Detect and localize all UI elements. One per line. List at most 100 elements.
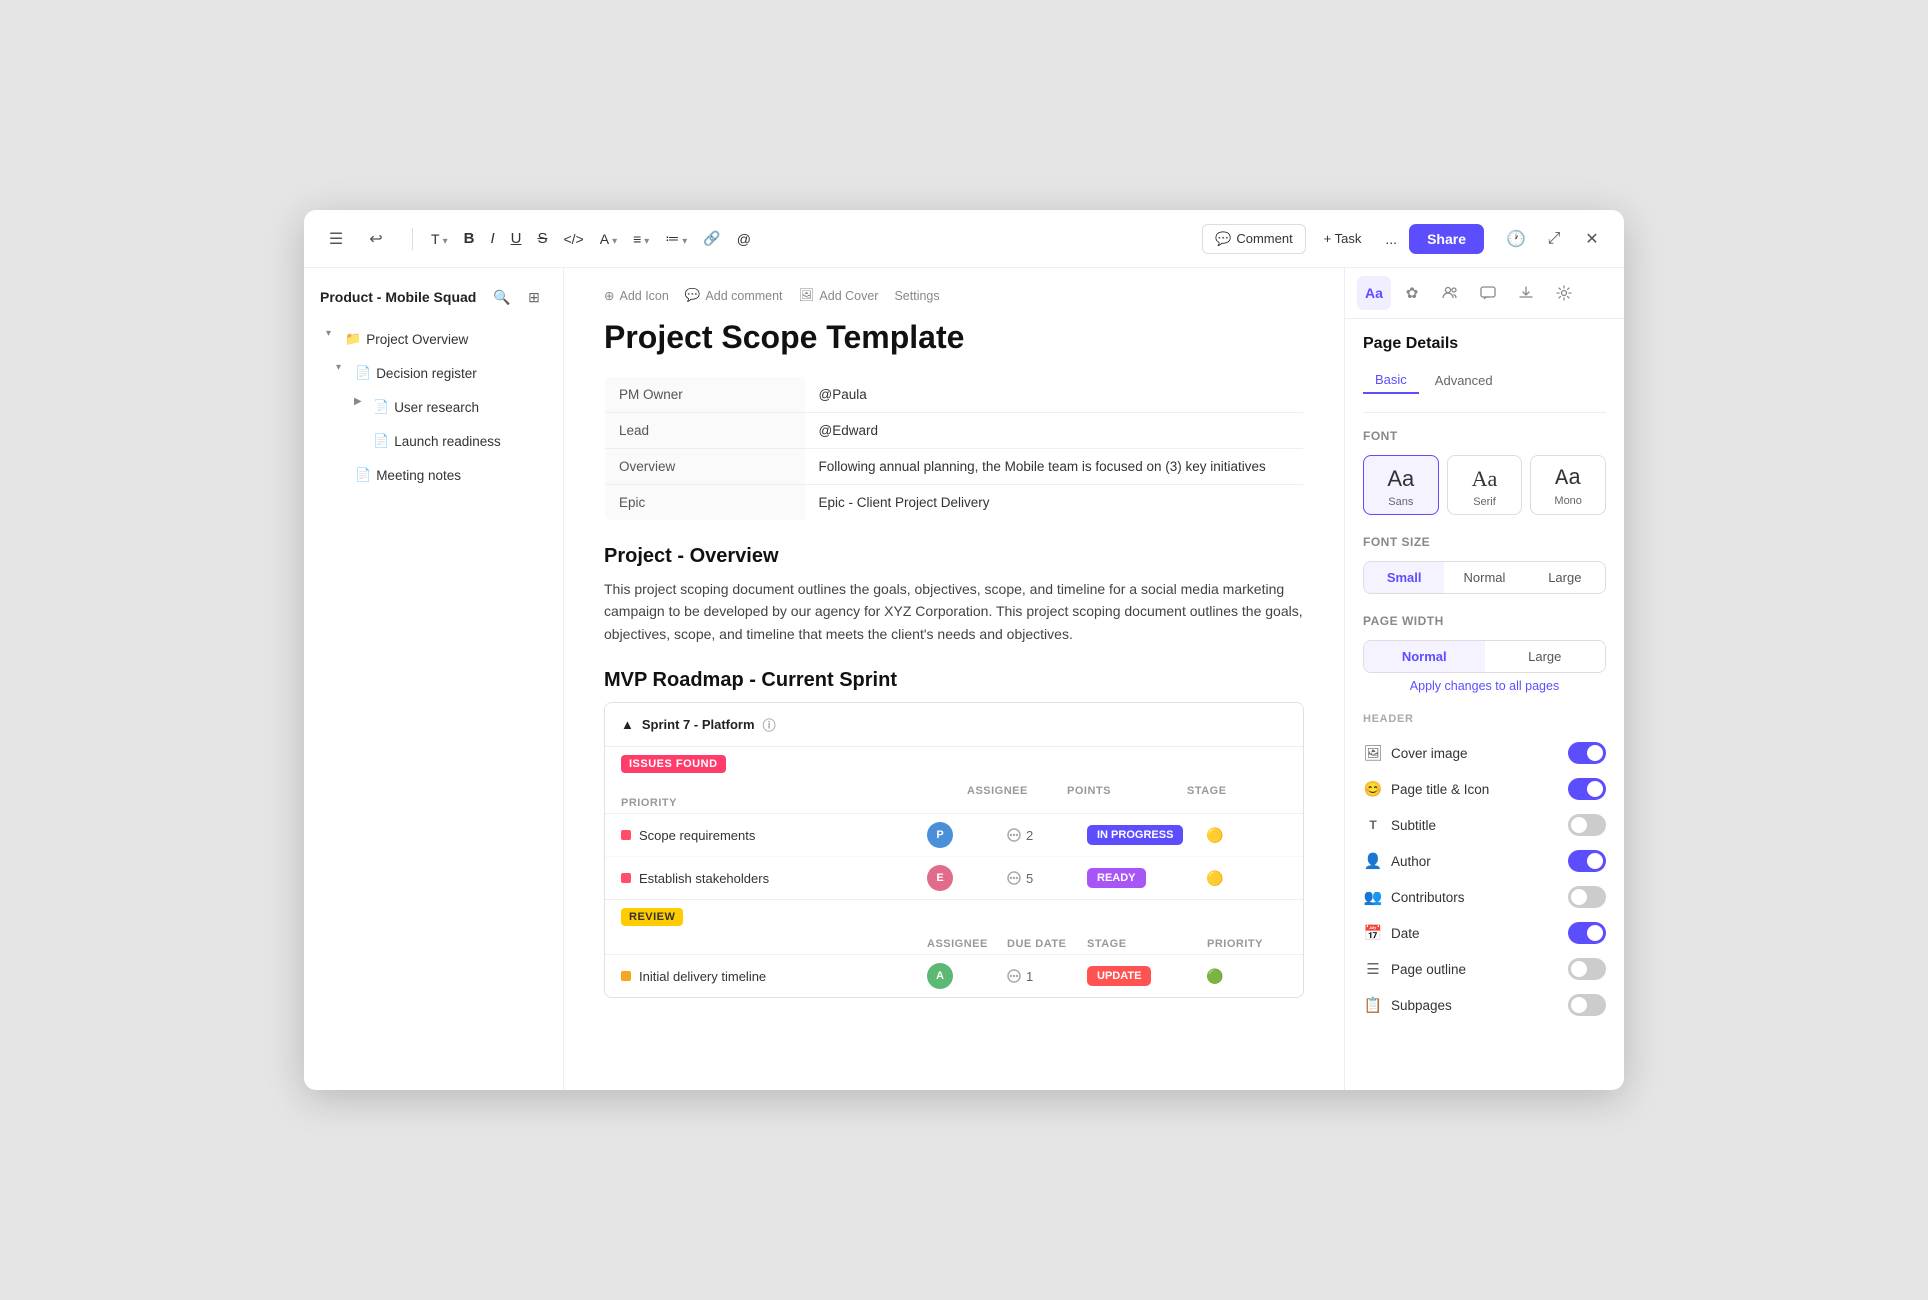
info-key: Lead [605, 413, 805, 449]
more-button[interactable]: ... [1379, 227, 1403, 251]
toggle-author-switch[interactable] [1568, 850, 1606, 872]
priority-flag: 🟡 [1207, 870, 1223, 886]
sidebar-item-launch-readiness[interactable]: 📄 Launch readiness [310, 425, 557, 457]
link-button[interactable]: 🔗 [697, 226, 726, 251]
toggle-date-switch[interactable] [1568, 922, 1606, 944]
width-large[interactable]: Large [1485, 641, 1606, 672]
settings-button[interactable]: Settings [894, 288, 939, 303]
toggle-page-title-switch[interactable] [1568, 778, 1606, 800]
page-icon: 📄 [355, 467, 371, 483]
info-key: PM Owner [605, 377, 805, 413]
task-name: Initial delivery timeline [621, 969, 927, 984]
stage-badge: IN PROGRESS [1087, 825, 1183, 845]
history-button[interactable]: 🕐 [1500, 223, 1532, 255]
font-label: Serif [1473, 496, 1496, 508]
font-options: Aa Sans Aa Serif Aa Mono [1363, 455, 1606, 515]
size-large[interactable]: Large [1525, 562, 1605, 593]
align-button[interactable]: ≡ [627, 227, 655, 251]
code-button[interactable]: </> [557, 227, 589, 251]
font-option-mono[interactable]: Aa Mono [1530, 455, 1606, 515]
toggle-subtitle: T Subtitle [1363, 807, 1606, 843]
close-button[interactable]: ✕ [1576, 223, 1608, 255]
apply-all-link[interactable]: Apply changes to all pages [1363, 679, 1606, 693]
tab-font[interactable]: Aa [1357, 276, 1391, 310]
menu-button[interactable]: ☰ [320, 223, 352, 255]
sprint-board: ▲ Sprint 7 - Platform ⓘ ISSUES FOUND ASS… [604, 702, 1304, 998]
size-normal[interactable]: Normal [1444, 562, 1524, 593]
sidebar-icons: 🔍 ⊞ [489, 284, 547, 310]
sidebar-item-label: User research [394, 400, 479, 415]
width-normal[interactable]: Normal [1364, 641, 1485, 672]
toggle-label-left: 😊 Page title & Icon [1363, 780, 1489, 798]
add-icon-button[interactable]: ⊕ Add Icon [604, 288, 669, 303]
share-button[interactable]: Share [1409, 224, 1484, 254]
size-small[interactable]: Small [1364, 562, 1444, 593]
font-option-serif[interactable]: Aa Serif [1447, 455, 1523, 515]
sidebar-item-decision-register[interactable]: ▾ 📄 Decision register [310, 357, 557, 389]
sprint-section-header: ISSUES FOUND [605, 747, 1303, 781]
underline-button[interactable]: U [505, 226, 528, 251]
sprint-row: Establish stakeholders E 5 READY [605, 857, 1303, 899]
color-button[interactable]: A [594, 227, 623, 251]
expand-button[interactable]: ⤢ [1538, 223, 1570, 255]
subtab-basic[interactable]: Basic [1363, 367, 1419, 394]
sidebar-item-project-overview[interactable]: ▾ 📁 Project Overview [310, 323, 557, 355]
toggle-subpages-switch[interactable] [1568, 994, 1606, 1016]
info-table-row: EpicEpic - Client Project Delivery [605, 485, 1304, 521]
right-panel: Aa ✿ Page Details Basic [1344, 268, 1624, 1090]
strike-button[interactable]: S [531, 226, 553, 251]
toolbar-text-controls: T B I U S </> A ≡ ≔ 🔗 @ [425, 226, 1194, 251]
sprint-cols-review: ASSIGNEE DUE DATE STAGE PRIORITY [605, 934, 1303, 955]
sprint-cols-issues: ASSIGNEE POINTS STAGE PRIORITY [605, 781, 1303, 814]
tab-emoji[interactable]: ✿ [1395, 276, 1429, 310]
tab-chat[interactable] [1471, 276, 1505, 310]
toggle-page-outline-switch[interactable] [1568, 958, 1606, 980]
sidebar-item-label: Project Overview [366, 332, 468, 347]
sidebar-item-label: Decision register [376, 366, 477, 381]
toggle-cover-image-switch[interactable] [1568, 742, 1606, 764]
chevron-down-icon [644, 231, 649, 247]
search-icon[interactable]: 🔍 [489, 284, 515, 310]
toolbar-actions: 💬 Comment + Task ... Share [1202, 224, 1484, 254]
badge-issues: ISSUES FOUND [621, 755, 726, 773]
main-area: Product - Mobile Squad 🔍 ⊞ ▾ 📁 Project O… [304, 268, 1624, 1090]
collapse-icon[interactable]: ▲ [621, 717, 634, 732]
stage-badge: READY [1087, 868, 1146, 888]
toggle-icon: ▶ [354, 396, 368, 418]
toolbar-divider-1 [412, 228, 413, 250]
tab-users[interactable] [1433, 276, 1467, 310]
chevron-down-icon [682, 231, 687, 247]
list-button[interactable]: ≔ [659, 226, 693, 251]
task-button[interactable]: + Task [1312, 225, 1374, 252]
points: 1 [1007, 969, 1087, 984]
toggle-label: Page title & Icon [1391, 782, 1489, 797]
tab-settings[interactable] [1547, 276, 1581, 310]
bold-button[interactable]: B [458, 226, 481, 251]
subtab-advanced[interactable]: Advanced [1423, 367, 1505, 394]
add-cover-button[interactable]: 🖼 Add Cover [799, 288, 879, 303]
sprint-name: Sprint 7 - Platform [642, 717, 755, 732]
sidebar-item-user-research[interactable]: ▶ 📄 User research [310, 391, 557, 423]
mention-button[interactable]: @ [731, 227, 757, 251]
toggle-author: 👤 Author [1363, 843, 1606, 879]
toggle-label-left: 🖼 Cover image [1363, 744, 1468, 762]
italic-button[interactable]: I [484, 226, 500, 251]
toggle-subtitle-switch[interactable] [1568, 814, 1606, 836]
toggle-contributors-switch[interactable] [1568, 886, 1606, 908]
font-preview: Aa [1472, 466, 1498, 492]
page-icon: 📄 [373, 433, 389, 449]
sprint-section-header: REVIEW [605, 900, 1303, 934]
sidebar-item-meeting-notes[interactable]: 📄 Meeting notes [310, 459, 557, 491]
toggle-label-left: 👥 Contributors [1363, 888, 1465, 906]
add-comment-button[interactable]: 💬 Add comment [685, 288, 783, 303]
badge-review: REVIEW [621, 908, 683, 926]
comment-button[interactable]: 💬 Comment [1202, 224, 1306, 254]
font-option-sans[interactable]: Aa Sans [1363, 455, 1439, 515]
text-type-button[interactable]: T [425, 227, 454, 251]
back-button[interactable]: ↩ [360, 223, 392, 255]
sprint-row: Scope requirements P 2 IN PROGRESS [605, 814, 1303, 857]
panel-title: Page Details [1363, 335, 1606, 353]
avatar: E [927, 865, 953, 891]
tab-download[interactable] [1509, 276, 1543, 310]
layout-icon[interactable]: ⊞ [521, 284, 547, 310]
